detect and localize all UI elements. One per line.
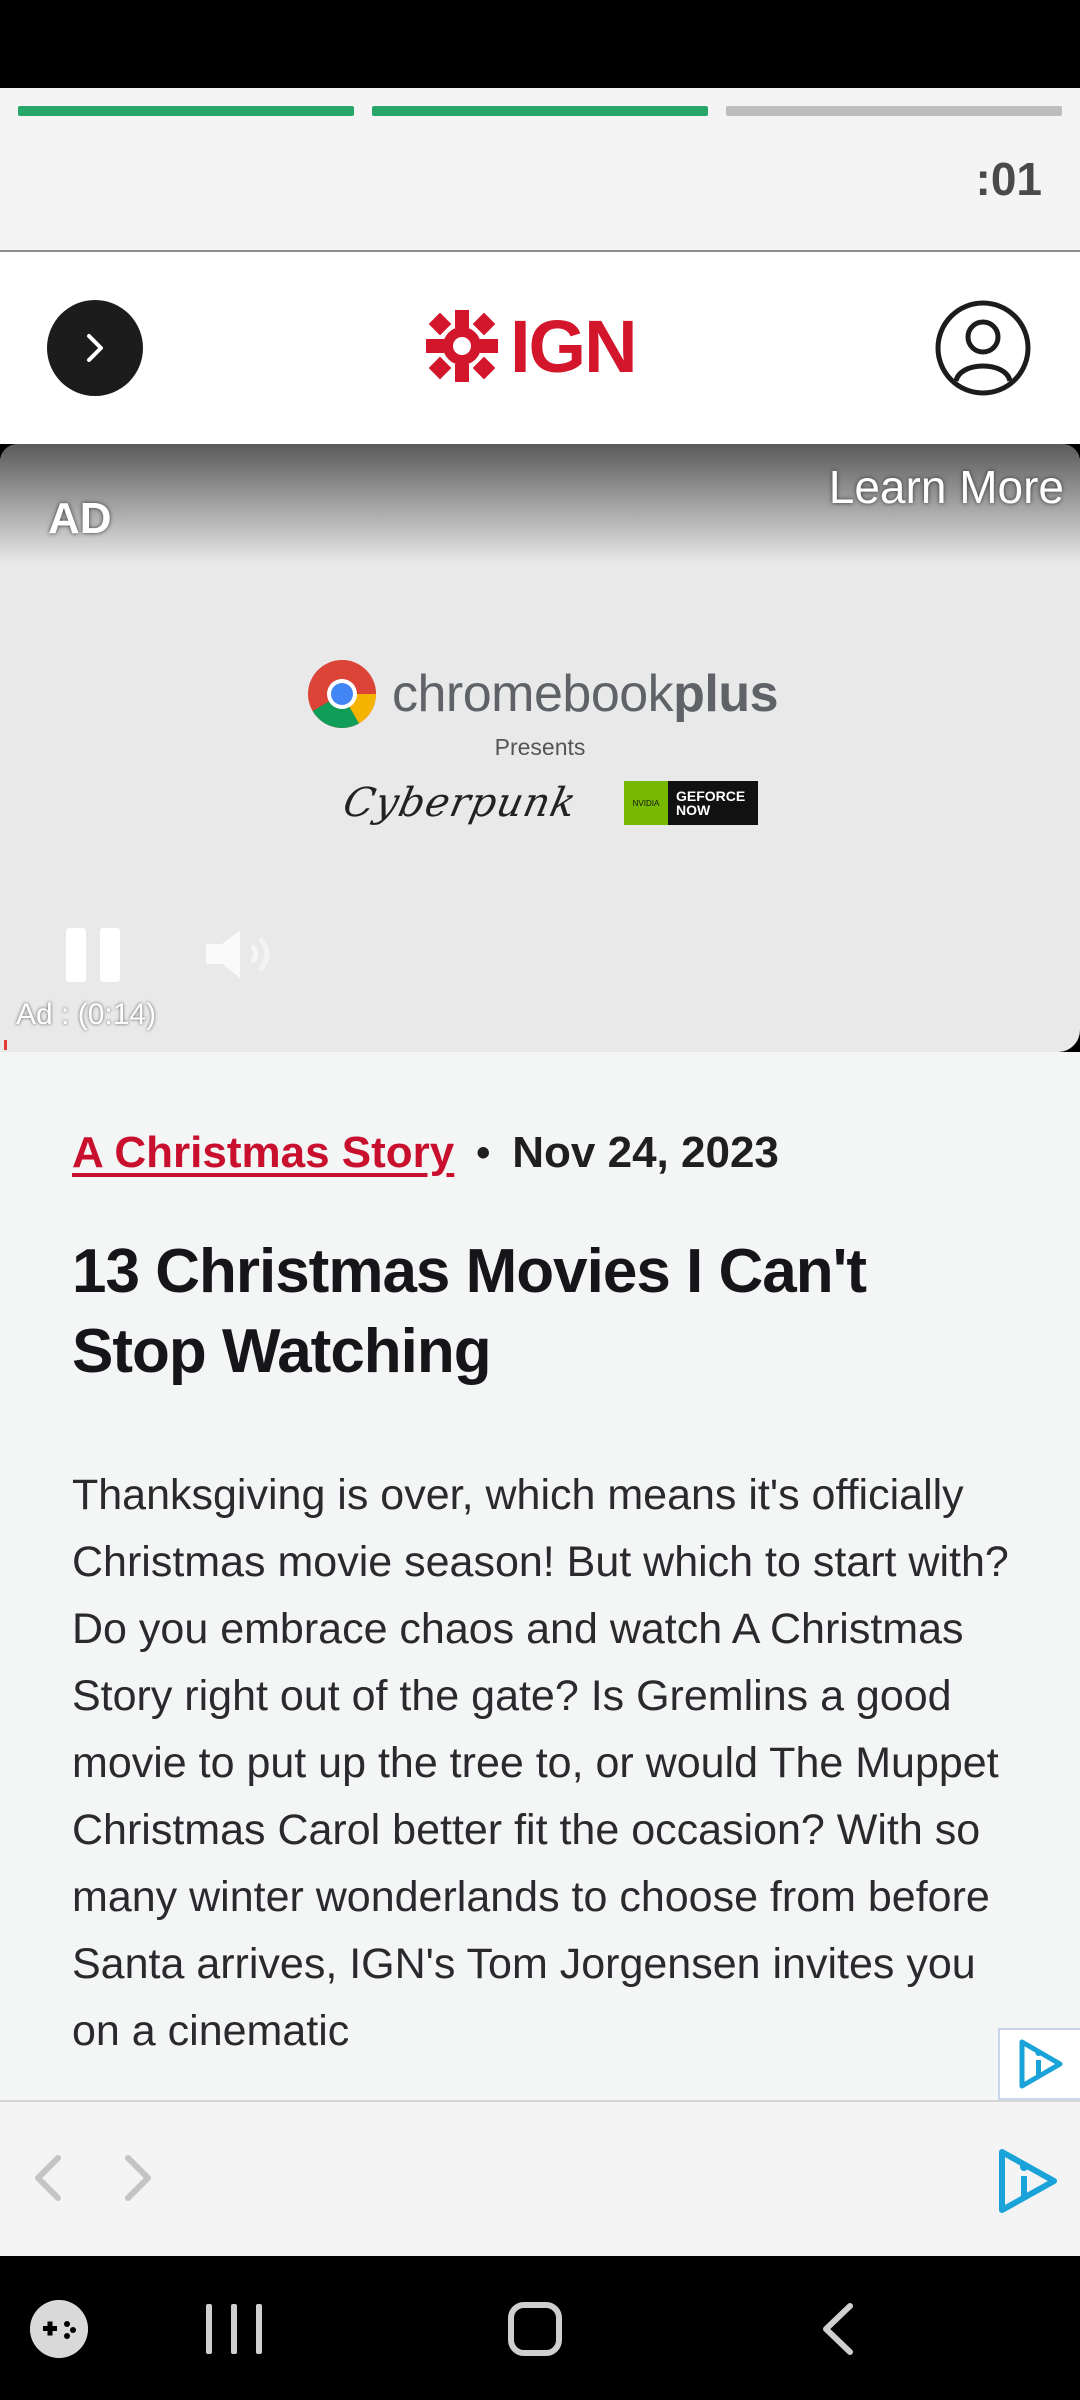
browser-toolbar <box>0 2100 1080 2256</box>
progress-segment-3 <box>726 106 1062 116</box>
adchoices-side-button[interactable] <box>998 2028 1080 2100</box>
presents-text: Presents <box>494 734 586 760</box>
brand-regular: chromebook <box>392 665 674 723</box>
recents-icon-bar-1 <box>206 2304 212 2354</box>
site-header: IGN <box>0 252 1080 444</box>
game-launcher-icon[interactable] <box>30 2300 88 2358</box>
geforce-line-2: NOW <box>675 802 711 818</box>
progress-fill-2 <box>372 106 708 116</box>
pause-icon-bar-left <box>66 928 86 982</box>
recents-icon-bar-2 <box>231 2304 237 2354</box>
ign-logo[interactable]: IGN <box>424 304 638 388</box>
pause-icon-bar-right <box>100 928 120 982</box>
system-navigation-bar <box>0 2256 1080 2400</box>
brand-bold: plus <box>673 665 779 723</box>
article-body: Thanksgiving is over, which means it's o… <box>72 1471 1009 2055</box>
status-bar <box>0 0 1080 88</box>
geforce-now-logo: NVIDIA GEFORCE NOW <box>623 781 758 825</box>
forward-arrow-icon[interactable] <box>108 2148 168 2208</box>
article-meta: A Christmas Story • Nov 24, 2023 <box>72 1128 779 1178</box>
meta-separator: • <box>476 1130 491 1175</box>
back-arrow-icon[interactable] <box>18 2148 78 2208</box>
story-timer: :01 <box>975 153 1042 205</box>
story-progress-header: :01 <box>0 88 1080 252</box>
recents-button[interactable] <box>206 2304 262 2354</box>
home-button[interactable] <box>508 2302 562 2356</box>
brand-text: chromebookplus <box>392 664 779 724</box>
nvidia-badge: NVIDIA <box>623 781 668 825</box>
cyberpunk-logo: Cyberpunk <box>339 780 581 826</box>
learn-more-link[interactable]: Learn More <box>829 460 1064 514</box>
video-ad[interactable]: AD Learn More chromebookplus Presents Cy… <box>0 444 1080 1052</box>
ad-progress-indicator <box>4 1040 14 1050</box>
article-date: Nov 24, 2023 <box>512 1128 779 1177</box>
system-back-icon[interactable] <box>818 2302 858 2356</box>
progress-segment-1 <box>18 106 354 116</box>
ad-label: AD <box>48 494 112 543</box>
geforce-now-text: GEFORCE NOW <box>668 789 745 817</box>
progress-fill-1 <box>18 106 354 116</box>
logo-text: IGN <box>510 304 638 388</box>
story-progress-bar <box>18 106 1062 116</box>
ad-time-remaining: Ad : (0:14) <box>16 998 157 1031</box>
chevron-right-icon <box>87 334 103 362</box>
partner-logos: Cyberpunk NVIDIA GEFORCE NOW <box>339 780 758 826</box>
account-icon[interactable] <box>934 299 1032 397</box>
adchoices-icon <box>1019 2039 1063 2089</box>
article: A Christmas Story • Nov 24, 2023 13 Chri… <box>0 1052 1080 2100</box>
adchoices-icon[interactable] <box>992 2146 1062 2216</box>
next-story-button[interactable] <box>47 300 143 396</box>
recents-icon-bar-3 <box>256 2304 262 2354</box>
chrome-icon <box>308 660 376 728</box>
progress-segment-2 <box>372 106 708 116</box>
ign-emblem-icon <box>426 310 498 382</box>
pause-button[interactable] <box>66 928 126 982</box>
article-title: 13 Christmas Movies I Can't Stop Watchin… <box>72 1237 867 1386</box>
chromebook-plus-logo: chromebookplus <box>306 658 779 730</box>
geforce-line-1: GEFORCE <box>675 788 746 804</box>
mute-icon[interactable] <box>200 924 280 984</box>
article-tag-link[interactable]: A Christmas Story <box>72 1128 454 1178</box>
